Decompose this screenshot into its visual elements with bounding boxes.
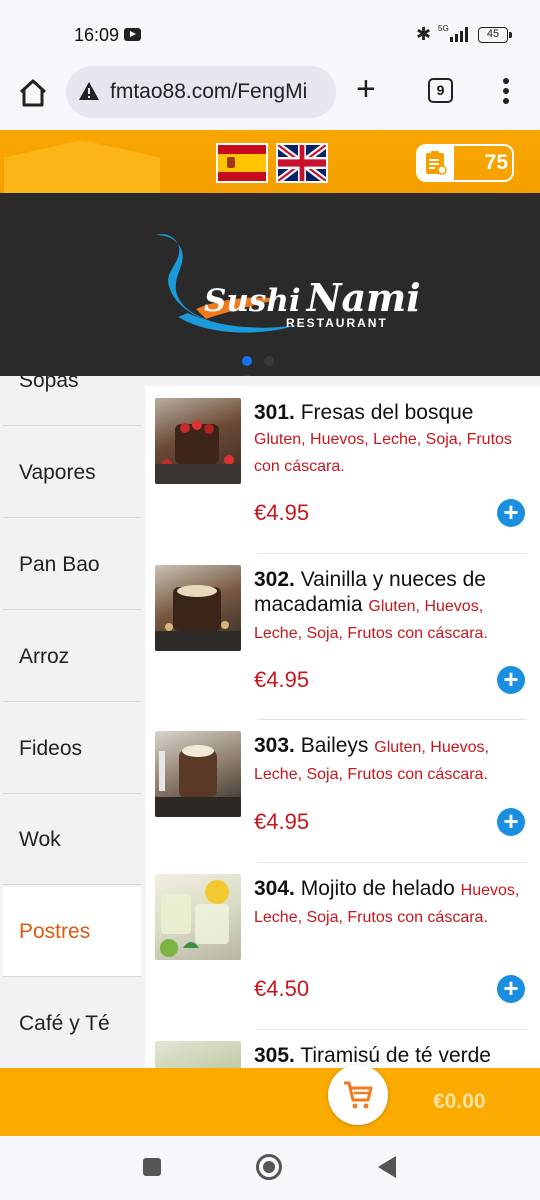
cart-icon	[344, 1081, 373, 1109]
recents-icon[interactable]	[143, 1158, 161, 1176]
carousel-dot-2[interactable]	[264, 356, 274, 366]
home-icon[interactable]	[16, 76, 50, 110]
warning-icon[interactable]	[78, 80, 100, 102]
category-cafe-y-te[interactable]: Café y Té	[3, 979, 141, 1068]
product-name: Baileys	[300, 734, 369, 757]
carousel-indicators	[242, 353, 302, 384]
bluetooth-icon: ✱	[416, 24, 432, 44]
product-number: 301.	[254, 401, 295, 424]
uk-flag-icon[interactable]	[276, 143, 328, 183]
product-number: 304.	[254, 877, 295, 900]
product-image[interactable]	[155, 874, 241, 960]
product-image[interactable]	[155, 1041, 241, 1068]
product-list[interactable]: 301. Fresas del bosque Gluten, Huevos, L…	[145, 376, 540, 1068]
system-nav-bar	[0, 1136, 540, 1200]
back-icon[interactable]	[378, 1156, 396, 1178]
category-pan-bao[interactable]: Pan Bao	[3, 520, 141, 610]
order-history-button[interactable]: 75	[416, 144, 514, 182]
more-menu-icon[interactable]	[500, 78, 512, 106]
status-time: 16:09	[74, 25, 120, 45]
browser-toolbar: fmtao88.com/FengMi + 9	[0, 66, 540, 130]
new-tab-icon[interactable]: +	[356, 72, 376, 106]
category-fideos[interactable]: Fideos	[3, 704, 141, 794]
category-sidebar[interactable]: Sopas Vapores Pan Bao Arroz Fideos Wok P…	[0, 376, 145, 1068]
product-number: 303.	[254, 734, 295, 757]
category-arroz[interactable]: Arroz	[3, 612, 141, 702]
product-image[interactable]	[155, 565, 241, 651]
product-number: 302.	[254, 568, 295, 591]
category-postres[interactable]: Postres	[3, 887, 141, 977]
product-name: Tiramisú de té verde	[300, 1044, 491, 1067]
address-bar[interactable]: fmtao88.com/FengMi	[66, 66, 336, 118]
product-name: Fresas del bosque	[300, 401, 474, 424]
youtube-notification-icon	[124, 28, 141, 41]
category-label: Sopas	[19, 376, 79, 392]
carousel-dot-1[interactable]	[242, 356, 252, 366]
logo-subtitle: RESTAURANT	[286, 316, 388, 330]
product-price: €4.95	[254, 809, 310, 834]
category-vapores[interactable]: Vapores	[3, 428, 141, 518]
product-title: 302. Vainilla y nueces de macadamia Glut…	[254, 567, 526, 646]
product-title: 304. Mojito de helado Huevos, Leche, Soj…	[254, 876, 526, 930]
clipboard-icon	[418, 146, 454, 180]
category-label: Postres	[19, 920, 91, 943]
spanish-flag-icon[interactable]	[216, 143, 268, 183]
product-title: 303. Baileys Gluten, Huevos, Leche, Soja…	[254, 733, 526, 787]
signal-icon	[450, 26, 472, 42]
product-image[interactable]	[155, 731, 241, 817]
order-count: 75	[484, 151, 508, 174]
cart-divider	[506, 1086, 507, 1120]
product-allergens: Gluten, Huevos, Leche, Soja, Frutos con …	[254, 431, 512, 475]
category-label: Fideos	[19, 737, 83, 760]
product-number: 305.	[254, 1044, 295, 1067]
product-price: €4.95	[254, 667, 310, 692]
product-divider	[257, 862, 527, 863]
banner-carousel[interactable]: Sushi Nami RESTAURANT	[0, 193, 540, 384]
category-sopas[interactable]: Sopas	[3, 376, 141, 426]
logo-word-sushi: Sushi	[204, 283, 301, 319]
product-name: Mojito de helado	[300, 877, 455, 900]
logo-word-nami: Nami	[306, 275, 421, 320]
restaurant-logo: Sushi Nami RESTAURANT	[148, 227, 421, 339]
product-price: €4.95	[254, 500, 310, 525]
product-divider	[257, 719, 527, 720]
logo-text: Sushi Nami	[204, 275, 421, 320]
product-panel: 301. Fresas del bosque Gluten, Huevos, L…	[145, 386, 540, 1068]
product-title: 301. Fresas del bosque Gluten, Huevos, L…	[254, 400, 526, 479]
category-label: Pan Bao	[19, 553, 100, 576]
cart-button[interactable]	[328, 1065, 388, 1125]
add-to-cart-icon[interactable]: +	[497, 808, 525, 836]
product-image[interactable]	[155, 398, 241, 484]
status-bar: 16:09 ✱ 5G 45	[0, 0, 540, 66]
site-header: 75	[0, 130, 540, 193]
url-text: fmtao88.com/FengMi	[110, 80, 308, 103]
home-nav-icon[interactable]	[256, 1154, 282, 1180]
product-price: €4.50	[254, 976, 310, 1001]
cart-total: €0.00	[433, 1090, 486, 1113]
add-to-cart-icon[interactable]: +	[497, 975, 525, 1003]
product-divider	[257, 1029, 527, 1030]
network-type-label: 5G	[438, 24, 449, 33]
product-title: 305. Tiramisú de té verde	[254, 1043, 526, 1068]
category-wok[interactable]: Wok	[3, 795, 141, 885]
add-to-cart-icon[interactable]: +	[497, 499, 525, 527]
add-to-cart-icon[interactable]: +	[497, 666, 525, 694]
battery-icon: 45	[478, 27, 512, 43]
tab-switcher-button[interactable]: 9	[428, 78, 453, 103]
category-label: Wok	[19, 828, 61, 851]
category-label: Café y Té	[19, 1012, 110, 1035]
category-label: Vapores	[19, 461, 96, 484]
cart-bar[interactable]: €0.00	[0, 1065, 540, 1136]
product-divider	[257, 553, 527, 554]
category-label: Arroz	[19, 645, 70, 668]
header-decoration	[4, 140, 160, 193]
